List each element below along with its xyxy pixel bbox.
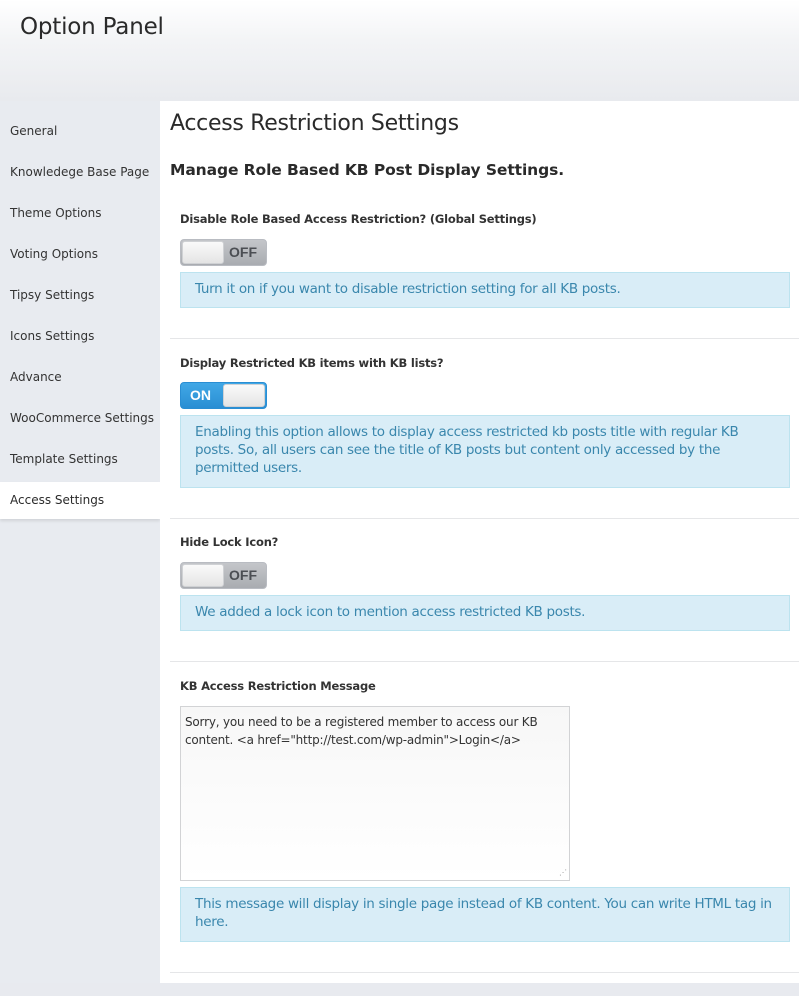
restriction-message-label: KB Access Restriction Message [180,679,376,693]
hide-lock-icon-info: We added a lock icon to mention access r… [180,595,790,631]
toggle-knob [182,564,224,587]
disable-restriction-label: Disable Role Based Access Restriction? (… [180,212,537,226]
page-title: Access Restriction Settings [170,111,459,136]
section-subtitle: Manage Role Based KB Post Display Settin… [170,161,565,179]
sidebar-item-advance[interactable]: Advance [0,359,160,396]
toggle-state: OFF [229,567,257,583]
app-title: Option Panel [20,14,164,40]
sidebar: General Knowledege Base Page Theme Optio… [0,101,160,983]
toggle-knob [223,384,265,407]
resize-grip-icon[interactable]: ⋰ [557,869,567,879]
sidebar-item-theme-options[interactable]: Theme Options [0,195,160,232]
sidebar-item-knowledge-base-page[interactable]: Knowledege Base Page [0,154,160,191]
hide-lock-icon-toggle[interactable]: OFF [180,562,267,589]
sidebar-item-icons-settings[interactable]: Icons Settings [0,318,160,355]
sidebar-item-woocommerce-settings[interactable]: WooCommerce Settings [0,400,160,437]
display-restricted-toggle[interactable]: ON [180,382,267,409]
display-restricted-info: Enabling this option allows to display a… [180,415,790,488]
sidebar-item-template-settings[interactable]: Template Settings [0,441,160,478]
hide-lock-icon-label: Hide Lock Icon? [180,535,279,549]
display-restricted-label: Display Restricted KB items with KB list… [180,356,444,370]
toggle-state: ON [190,387,211,403]
sidebar-item-tipsy-settings[interactable]: Tipsy Settings [0,277,160,314]
sidebar-item-access-settings[interactable]: Access Settings [0,482,160,519]
main-content: Access Restriction Settings Manage Role … [160,101,799,983]
header: Option Panel [0,0,799,101]
toggle-state: OFF [229,244,257,260]
divider [170,518,799,519]
disable-restriction-toggle[interactable]: OFF [180,239,267,266]
sidebar-item-general[interactable]: General [0,113,160,150]
toggle-knob [182,241,224,264]
divider [170,338,799,339]
disable-restriction-info: Turn it on if you want to disable restri… [180,272,790,308]
restriction-message-info: This message will display in single page… [180,887,790,942]
divider [170,972,799,973]
divider [170,661,799,662]
sidebar-item-voting-options[interactable]: Voting Options [0,236,160,273]
restriction-message-textarea[interactable]: Sorry, you need to be a registered membe… [180,706,570,881]
